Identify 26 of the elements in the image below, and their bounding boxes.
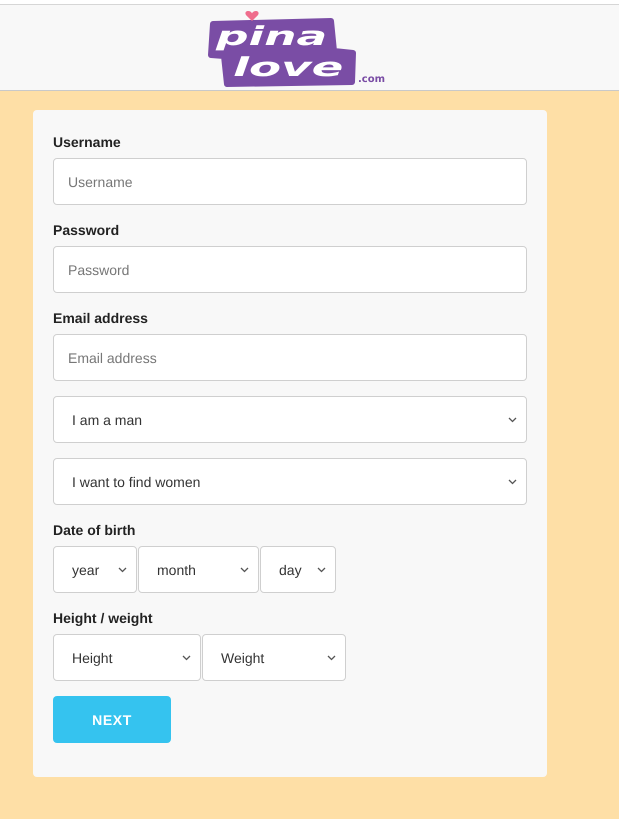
chevron-down-icon [182,654,191,660]
dropdown[interactable]: month [138,546,259,593]
input-field[interactable]: Email address [53,334,527,381]
dropdown[interactable]: day [260,546,336,593]
chevron-down-icon [240,566,249,572]
field-label: Password [53,221,120,239]
field-label: Email address [53,309,149,327]
heart-icon [245,10,259,20]
dropdown[interactable]: Weight [202,634,346,681]
field-label: Height / weight [53,609,154,627]
field-label: Username [53,133,122,151]
dropdown[interactable]: Height [53,634,201,681]
chevron-down-icon [508,478,517,484]
chevron-down-icon [118,566,127,572]
logo-suffix: .com [358,74,386,84]
field-label: Date of birth [53,521,136,539]
dropdown[interactable]: year [53,546,137,593]
chevron-down-icon [317,566,326,572]
logo-word: love [233,51,344,82]
chevron-down-icon [508,416,517,422]
input-field[interactable]: Username [53,158,527,205]
input-field[interactable]: Password [53,246,527,293]
logo-word: pina [216,20,328,51]
dropdown[interactable]: I am a man [53,396,527,443]
chevron-down-icon [327,654,336,660]
dropdown[interactable]: I want to find women [53,458,527,505]
